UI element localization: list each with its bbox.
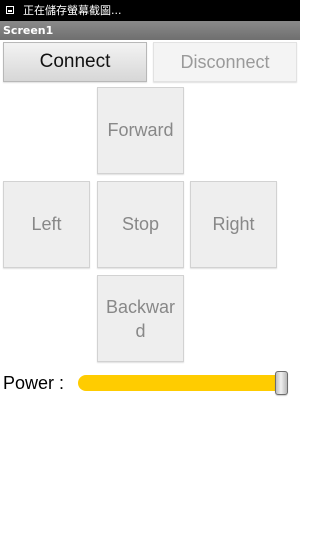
slider-thumb[interactable] (275, 371, 288, 395)
disconnect-button[interactable]: Disconnect (153, 42, 297, 82)
right-button[interactable]: Right (190, 181, 277, 268)
title-bar: Screen1 (0, 21, 300, 40)
screen-title: Screen1 (3, 24, 54, 37)
power-label: Power : (3, 373, 65, 393)
status-text: 正在儲存螢幕截圖... (23, 4, 122, 17)
slider-track[interactable] (78, 375, 283, 391)
power-slider[interactable] (78, 371, 290, 395)
backward-button[interactable]: Backward (97, 275, 184, 362)
left-button[interactable]: Left (3, 181, 90, 268)
status-bar: 正在儲存螢幕截圖... (0, 0, 300, 21)
image-icon (6, 6, 14, 14)
stop-button[interactable]: Stop (97, 181, 184, 268)
forward-button[interactable]: Forward (97, 87, 184, 174)
connect-button[interactable]: Connect (3, 42, 147, 82)
